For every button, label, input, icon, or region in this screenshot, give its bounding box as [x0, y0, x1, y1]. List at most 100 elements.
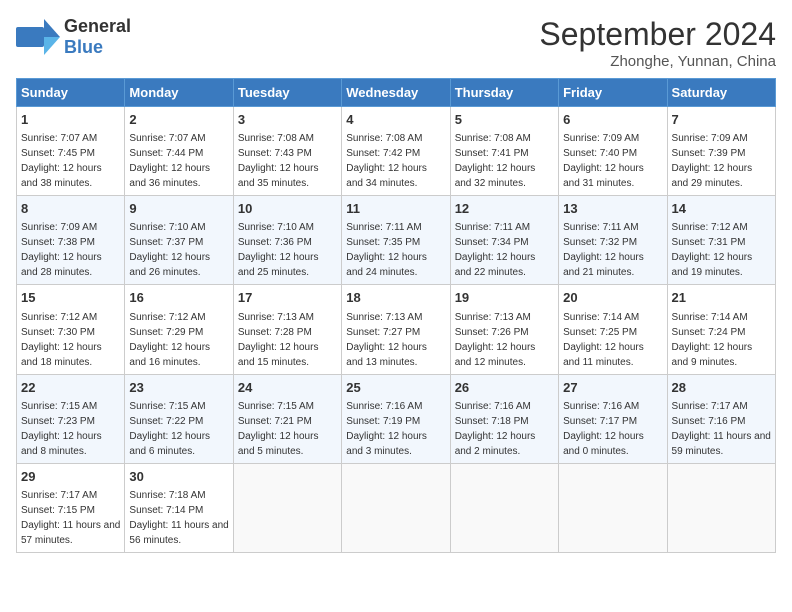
calendar-cell: 7 Sunrise: 7:09 AMSunset: 7:39 PMDaylight… — [667, 107, 775, 196]
day-number: 26 — [455, 379, 554, 397]
day-header-thursday: Thursday — [450, 79, 558, 107]
day-number: 2 — [129, 111, 228, 129]
location-subtitle: Zhonghe, Yunnan, China — [539, 53, 776, 70]
day-info: Sunrise: 7:16 AMSunset: 7:17 PMDaylight:… — [563, 401, 644, 457]
day-info: Sunrise: 7:07 AMSunset: 7:45 PMDaylight:… — [21, 133, 102, 189]
calendar-cell: 25 Sunrise: 7:16 AMSunset: 7:19 PMDayligh… — [342, 374, 450, 463]
week-row-3: 15 Sunrise: 7:12 AMSunset: 7:30 PMDayligh… — [17, 285, 776, 374]
week-row-2: 8 Sunrise: 7:09 AMSunset: 7:38 PMDaylight… — [17, 196, 776, 285]
day-number: 11 — [346, 200, 445, 218]
day-info: Sunrise: 7:11 AMSunset: 7:32 PMDaylight:… — [563, 222, 644, 278]
day-info: Sunrise: 7:12 AMSunset: 7:29 PMDaylight:… — [129, 312, 210, 368]
day-number: 21 — [672, 289, 771, 307]
day-info: Sunrise: 7:15 AMSunset: 7:21 PMDaylight:… — [238, 401, 319, 457]
day-header-monday: Monday — [125, 79, 233, 107]
day-number: 20 — [563, 289, 662, 307]
calendar-cell: 22 Sunrise: 7:15 AMSunset: 7:23 PMDayligh… — [17, 374, 125, 463]
day-info: Sunrise: 7:10 AMSunset: 7:37 PMDaylight:… — [129, 222, 210, 278]
day-info: Sunrise: 7:11 AMSunset: 7:35 PMDaylight:… — [346, 222, 427, 278]
day-number: 15 — [21, 289, 120, 307]
day-info: Sunrise: 7:09 AMSunset: 7:38 PMDaylight:… — [21, 222, 102, 278]
day-number: 14 — [672, 200, 771, 218]
day-info: Sunrise: 7:17 AMSunset: 7:16 PMDaylight:… — [672, 401, 771, 457]
day-info: Sunrise: 7:08 AMSunset: 7:42 PMDaylight:… — [346, 133, 427, 189]
calendar-header-row: SundayMondayTuesdayWednesdayThursdayFrid… — [17, 79, 776, 107]
day-info: Sunrise: 7:13 AMSunset: 7:28 PMDaylight:… — [238, 312, 319, 368]
day-info: Sunrise: 7:17 AMSunset: 7:15 PMDaylight:… — [21, 490, 120, 546]
calendar-cell — [667, 463, 775, 552]
day-number: 30 — [129, 468, 228, 486]
calendar-cell: 5 Sunrise: 7:08 AMSunset: 7:41 PMDaylight… — [450, 107, 558, 196]
day-info: Sunrise: 7:12 AMSunset: 7:30 PMDaylight:… — [21, 312, 102, 368]
calendar-cell: 9Sunrise: 7:10 AMSunset: 7:37 PMDaylight… — [125, 196, 233, 285]
title-area: September 2024 Zhonghe, Yunnan, China — [539, 16, 776, 70]
calendar-cell: 20 Sunrise: 7:14 AMSunset: 7:25 PMDayligh… — [559, 285, 667, 374]
logo-blue: Blue — [64, 37, 103, 57]
calendar-cell: 1 Sunrise: 7:07 AMSunset: 7:45 PMDaylight… — [17, 107, 125, 196]
calendar-cell: 6 Sunrise: 7:09 AMSunset: 7:40 PMDaylight… — [559, 107, 667, 196]
calendar-cell — [559, 463, 667, 552]
day-info: Sunrise: 7:14 AMSunset: 7:24 PMDaylight:… — [672, 312, 753, 368]
calendar-cell: 4 Sunrise: 7:08 AMSunset: 7:42 PMDaylight… — [342, 107, 450, 196]
day-header-friday: Friday — [559, 79, 667, 107]
day-info: Sunrise: 7:13 AMSunset: 7:27 PMDaylight:… — [346, 312, 427, 368]
header: General Blue September 2024 Zhonghe, Yun… — [16, 16, 776, 70]
calendar-cell: 17 Sunrise: 7:13 AMSunset: 7:28 PMDayligh… — [233, 285, 341, 374]
day-number: 10 — [238, 200, 337, 218]
calendar-cell: 28 Sunrise: 7:17 AMSunset: 7:16 PMDayligh… — [667, 374, 775, 463]
day-number: 22 — [21, 379, 120, 397]
day-number: 1 — [21, 111, 120, 129]
week-row-5: 29 Sunrise: 7:17 AMSunset: 7:15 PMDayligh… — [17, 463, 776, 552]
calendar-cell: 8 Sunrise: 7:09 AMSunset: 7:38 PMDaylight… — [17, 196, 125, 285]
day-number: 18 — [346, 289, 445, 307]
day-header-wednesday: Wednesday — [342, 79, 450, 107]
day-number: 4 — [346, 111, 445, 129]
week-row-4: 22 Sunrise: 7:15 AMSunset: 7:23 PMDayligh… — [17, 374, 776, 463]
calendar-cell: 10Sunrise: 7:10 AMSunset: 7:36 PMDayligh… — [233, 196, 341, 285]
day-info: Sunrise: 7:09 AMSunset: 7:39 PMDaylight:… — [672, 133, 753, 189]
calendar-table: SundayMondayTuesdayWednesdayThursdayFrid… — [16, 78, 776, 553]
calendar-cell: 27 Sunrise: 7:16 AMSunset: 7:17 PMDayligh… — [559, 374, 667, 463]
calendar-cell: 23Sunrise: 7:15 AMSunset: 7:22 PMDayligh… — [125, 374, 233, 463]
day-number: 5 — [455, 111, 554, 129]
day-info: Sunrise: 7:12 AMSunset: 7:31 PMDaylight:… — [672, 222, 753, 278]
day-info: Sunrise: 7:14 AMSunset: 7:25 PMDaylight:… — [563, 312, 644, 368]
day-number: 27 — [563, 379, 662, 397]
day-info: Sunrise: 7:08 AMSunset: 7:41 PMDaylight:… — [455, 133, 536, 189]
logo: General Blue — [16, 16, 131, 58]
calendar-cell: 3Sunrise: 7:08 AMSunset: 7:43 PMDaylight… — [233, 107, 341, 196]
day-info: Sunrise: 7:13 AMSunset: 7:26 PMDaylight:… — [455, 312, 536, 368]
day-info: Sunrise: 7:09 AMSunset: 7:40 PMDaylight:… — [563, 133, 644, 189]
day-number: 12 — [455, 200, 554, 218]
calendar-cell: 16 Sunrise: 7:12 AMSunset: 7:29 PMDayligh… — [125, 285, 233, 374]
day-info: Sunrise: 7:16 AMSunset: 7:18 PMDaylight:… — [455, 401, 536, 457]
logo-icon — [16, 19, 60, 55]
day-header-sunday: Sunday — [17, 79, 125, 107]
day-info: Sunrise: 7:15 AMSunset: 7:23 PMDaylight:… — [21, 401, 102, 457]
day-number: 13 — [563, 200, 662, 218]
day-info: Sunrise: 7:16 AMSunset: 7:19 PMDaylight:… — [346, 401, 427, 457]
week-row-1: 1 Sunrise: 7:07 AMSunset: 7:45 PMDaylight… — [17, 107, 776, 196]
calendar-cell: 18 Sunrise: 7:13 AMSunset: 7:27 PMDayligh… — [342, 285, 450, 374]
day-number: 28 — [672, 379, 771, 397]
day-number: 25 — [346, 379, 445, 397]
day-header-saturday: Saturday — [667, 79, 775, 107]
calendar-cell — [342, 463, 450, 552]
calendar-cell: 24Sunrise: 7:15 AMSunset: 7:21 PMDayligh… — [233, 374, 341, 463]
day-number: 7 — [672, 111, 771, 129]
calendar-cell: 13 Sunrise: 7:11 AMSunset: 7:32 PMDayligh… — [559, 196, 667, 285]
day-number: 3 — [238, 111, 337, 129]
calendar-cell: 14 Sunrise: 7:12 AMSunset: 7:31 PMDayligh… — [667, 196, 775, 285]
day-number: 8 — [21, 200, 120, 218]
calendar-cell: 29 Sunrise: 7:17 AMSunset: 7:15 PMDayligh… — [17, 463, 125, 552]
calendar-cell: 12 Sunrise: 7:11 AMSunset: 7:34 PMDayligh… — [450, 196, 558, 285]
day-info: Sunrise: 7:11 AMSunset: 7:34 PMDaylight:… — [455, 222, 536, 278]
day-number: 16 — [129, 289, 228, 307]
day-number: 23 — [129, 379, 228, 397]
calendar-cell: 30Sunrise: 7:18 AMSunset: 7:14 PMDayligh… — [125, 463, 233, 552]
day-number: 6 — [563, 111, 662, 129]
day-number: 17 — [238, 289, 337, 307]
calendar-cell: 2Sunrise: 7:07 AMSunset: 7:44 PMDaylight… — [125, 107, 233, 196]
calendar-cell: 15 Sunrise: 7:12 AMSunset: 7:30 PMDayligh… — [17, 285, 125, 374]
day-number: 29 — [21, 468, 120, 486]
